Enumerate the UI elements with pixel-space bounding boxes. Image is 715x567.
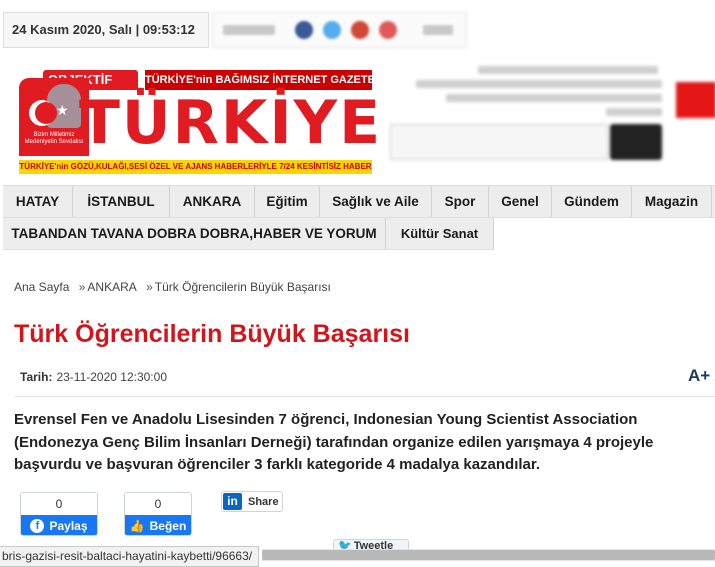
nav-item-saglik[interactable]: Sağlık ve Aile bbox=[320, 186, 432, 217]
nav-item-ankara[interactable]: ANKARA bbox=[170, 186, 255, 217]
logo-tagline: TÜRKİYE'nin GÖZÜ,KULAĞI,SESİ ÖZEL VE AJA… bbox=[19, 160, 372, 174]
article-date: Tarih: 23-11-2020 12:30:00 bbox=[20, 370, 167, 384]
nav-item-kultur-sanat[interactable]: Kültür Sanat bbox=[386, 218, 494, 249]
nav-item-magazin[interactable]: Magazin bbox=[632, 186, 712, 217]
nav-item-istanbul[interactable]: İSTANBUL bbox=[73, 186, 170, 217]
facebook-like-widget: 0 👍 Beğen bbox=[124, 492, 192, 536]
nav-item-egitim[interactable]: Eğitim bbox=[255, 186, 320, 217]
nav-item-genel[interactable]: Genel bbox=[489, 186, 552, 217]
breadcrumb-current: Türk Öğrencilerin Büyük Başarısı bbox=[154, 280, 331, 294]
article-lead: Evrensel Fen ve Anadolu Lisesinden 7 öğr… bbox=[14, 411, 654, 473]
social-links-blurred bbox=[212, 12, 467, 48]
blurred-header-ad-and-search bbox=[386, 58, 715, 166]
nav-item-tabandan[interactable]: TABANDAN TAVANA DOBRA DOBRA,HABER VE YOR… bbox=[3, 218, 386, 249]
secondary-nav: TABANDAN TAVANA DOBRA DOBRA,HABER VE YOR… bbox=[3, 218, 494, 250]
facebook-share-label: Paylaş bbox=[49, 519, 88, 533]
facebook-like-button[interactable]: 👍 Beğen bbox=[125, 515, 191, 535]
share-count: 0 bbox=[21, 493, 97, 515]
search-input[interactable] bbox=[390, 124, 608, 160]
top-bar: 24 Kasım 2020, Salı | 09:53:12 bbox=[0, 12, 715, 50]
status-bar-url: bris-gazisi-resit-baltaci-hayatini-kaybe… bbox=[0, 546, 260, 567]
date-time: 24 Kasım 2020, Salı | 09:53:12 bbox=[3, 12, 209, 48]
breadcrumb: Ana Sayfa » ANKARA » Türk Öğrencilerin Büy… bbox=[14, 280, 331, 294]
ad-banner[interactable] bbox=[676, 82, 715, 118]
facebook-like-label: Beğen bbox=[149, 519, 187, 533]
nav-item-spor[interactable]: Spor bbox=[432, 186, 489, 217]
site-logo[interactable]: OBJEKTİF TÜRKİYE'nin BAĞIMSIZ İNTERNET G… bbox=[19, 70, 385, 182]
nav-item-gundem[interactable]: Gündem bbox=[552, 186, 632, 217]
search-button[interactable] bbox=[610, 124, 662, 160]
like-count: 0 bbox=[125, 493, 191, 515]
like-thumb-icon: 👍 bbox=[129, 519, 145, 533]
linkedin-share-label: Share bbox=[248, 495, 279, 508]
logo-slogan: TÜRKİYE'nin BAĞIMSIZ İNTERNET GAZETESİ bbox=[145, 70, 385, 90]
article-title: Türk Öğrencilerin Büyük Başarısı bbox=[14, 320, 410, 348]
horizontal-scrollbar-thumb[interactable] bbox=[262, 550, 715, 560]
linkedin-share-button[interactable]: in Share bbox=[221, 491, 283, 512]
breadcrumb-category[interactable]: ANKARA bbox=[87, 280, 136, 294]
divider bbox=[14, 396, 715, 397]
nav-item-hatay[interactable]: HATAY bbox=[3, 186, 73, 217]
date-label: Tarih: bbox=[20, 370, 53, 384]
facebook-share-button[interactable]: f Paylaş bbox=[21, 515, 97, 535]
portrait-caption: Bizim Milletimiz Medeniyetin Sevdalısı bbox=[24, 132, 84, 145]
facebook-share-widget: 0 f Paylaş bbox=[20, 492, 98, 536]
logo-wordmark: TÜRKİYE bbox=[79, 88, 383, 158]
font-size-control[interactable]: A+ A bbox=[688, 366, 715, 388]
main-nav: HATAY İSTANBUL ANKARA Eğitim Sağlık ve A… bbox=[3, 185, 715, 218]
linkedin-icon: in bbox=[223, 493, 242, 510]
breadcrumb-home[interactable]: Ana Sayfa bbox=[14, 280, 69, 294]
facebook-icon: f bbox=[30, 519, 45, 533]
date-value: 23-11-2020 12:30:00 bbox=[56, 370, 167, 384]
